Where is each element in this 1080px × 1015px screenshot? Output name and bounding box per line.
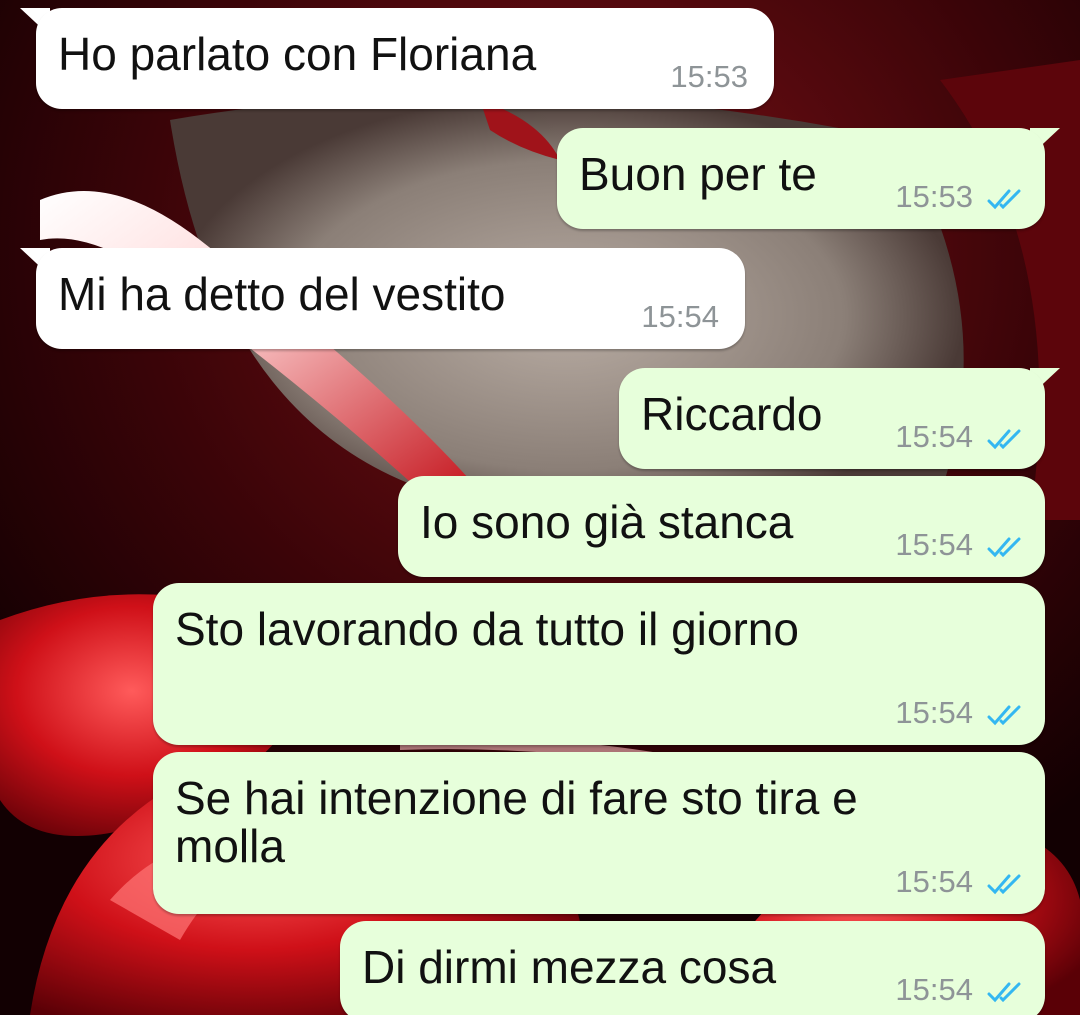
chat-view[interactable]: Ho parlato con Floriana 15:53 Buon per t… xyxy=(0,0,1080,1015)
message-timestamp: 15:53 xyxy=(895,179,973,214)
message-text: Ho parlato con Floriana xyxy=(58,28,537,80)
double-check-read-icon xyxy=(987,189,1021,210)
message-timestamp: 15:53 xyxy=(670,59,748,94)
double-check-read-icon xyxy=(987,429,1021,450)
message-timestamp: 15:54 xyxy=(895,864,973,899)
message-text: Se hai intenzione di fare sto tira e mol… xyxy=(175,772,858,872)
double-check-read-icon xyxy=(987,537,1021,558)
double-check-read-icon xyxy=(987,982,1021,1003)
double-check-read-icon xyxy=(987,874,1021,895)
message-bubble-outgoing[interactable]: Riccardo 15:54 xyxy=(619,368,1045,469)
message-bubble-outgoing[interactable]: Di dirmi mezza cosa 15:54 xyxy=(340,921,1045,1015)
message-bubble-outgoing[interactable]: Buon per te 15:53 xyxy=(557,128,1045,229)
message-timestamp: 15:54 xyxy=(895,419,973,454)
message-timestamp: 15:54 xyxy=(895,972,973,1007)
message-bubble-incoming[interactable]: Ho parlato con Floriana 15:53 xyxy=(36,8,774,109)
message-timestamp: 15:54 xyxy=(895,527,973,562)
message-timestamp: 15:54 xyxy=(895,695,973,730)
message-text: Sto lavorando da tutto il giorno xyxy=(175,603,799,655)
message-bubble-incoming[interactable]: Mi ha detto del vestito 15:54 xyxy=(36,248,745,349)
message-bubble-outgoing[interactable]: Sto lavorando da tutto il giorno 15:54 xyxy=(153,583,1045,745)
message-bubble-outgoing[interactable]: Se hai intenzione di fare sto tira e mol… xyxy=(153,752,1045,914)
message-timestamp: 15:54 xyxy=(641,299,719,334)
message-text: Mi ha detto del vestito xyxy=(58,268,506,320)
message-bubble-outgoing[interactable]: Io sono già stanca 15:54 xyxy=(398,476,1045,577)
double-check-read-icon xyxy=(987,705,1021,726)
